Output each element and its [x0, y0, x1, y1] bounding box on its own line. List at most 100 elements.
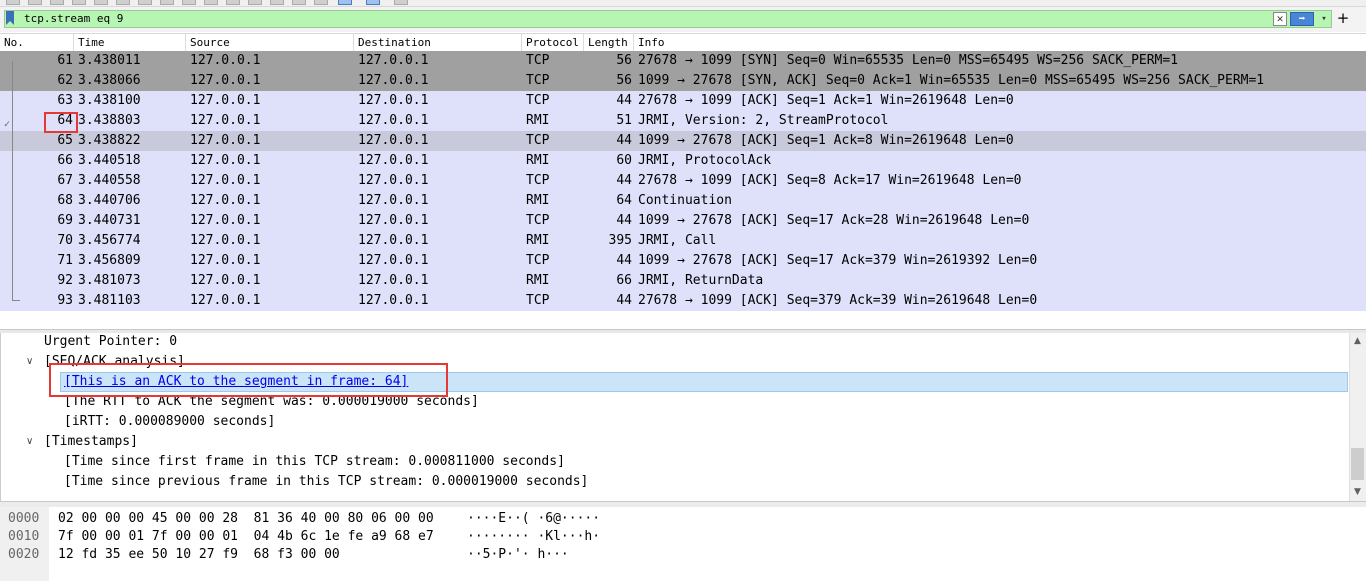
toolbar-button[interactable] — [160, 0, 174, 5]
toolbar-button[interactable] — [28, 0, 42, 5]
bytes-hex[interactable]: 02 00 00 00 45 00 00 28 81 36 40 00 80 0… — [58, 510, 434, 528]
packet-source: 127.0.0.1 — [190, 113, 261, 128]
column-header-info[interactable]: Info — [634, 34, 1366, 52]
display-filter-input[interactable] — [4, 10, 1332, 28]
column-header-no[interactable]: No. — [0, 34, 74, 52]
toolbar-button-active[interactable] — [338, 0, 352, 5]
bytes-offset[interactable]: 0010 — [8, 528, 39, 546]
packet-number: 67 — [57, 173, 73, 188]
toolbar-button[interactable] — [182, 0, 196, 5]
expand-chevron-icon[interactable]: ∨ — [26, 432, 38, 452]
packet-length: 56 — [616, 73, 632, 88]
packet-destination: 127.0.0.1 — [358, 113, 429, 128]
toolbar-button[interactable] — [270, 0, 284, 5]
packet-list-empty-area — [0, 311, 1366, 329]
toolbar-button[interactable] — [226, 0, 240, 5]
packet-row[interactable]: 93 3.481103 127.0.0.1 127.0.0.1 TCP 44 27678 →… — [0, 291, 1366, 311]
packet-protocol: TCP — [526, 133, 550, 148]
packet-time: 3.440731 — [78, 213, 141, 228]
packet-number: 63 — [57, 93, 73, 108]
packet-protocol: RMI — [526, 193, 550, 208]
packet-row[interactable]: 67 3.440558 127.0.0.1 127.0.0.1 TCP 44 27678 →… — [0, 171, 1366, 191]
packet-source: 127.0.0.1 — [190, 133, 261, 148]
bytes-ascii[interactable]: ····E··( ·6@····· — [467, 510, 600, 528]
display-filter-text[interactable]: tcp.stream eq 9 — [24, 12, 123, 26]
packet-length: 60 — [616, 153, 632, 168]
scroll-up-arrow-icon[interactable]: ▲ — [1349, 333, 1366, 350]
packet-length: 44 — [616, 253, 632, 268]
bookmark-icon[interactable] — [5, 11, 15, 25]
bytes-ascii[interactable]: ········ ·Kl···h· — [467, 528, 600, 546]
packet-source: 127.0.0.1 — [190, 53, 261, 68]
detail-text: [Time since first frame in this TCP stre… — [64, 454, 565, 469]
packet-destination: 127.0.0.1 — [358, 73, 429, 88]
packet-protocol: TCP — [526, 253, 550, 268]
packet-source: 127.0.0.1 — [190, 193, 261, 208]
packet-length: 51 — [616, 113, 632, 128]
add-filter-button-icon[interactable]: + — [1336, 9, 1350, 27]
toolbar-button[interactable] — [116, 0, 130, 5]
conversation-bracket-line — [12, 61, 13, 301]
packet-row[interactable]: 68 3.440706 127.0.0.1 127.0.0.1 RMI 64 Continu… — [0, 191, 1366, 211]
packet-info: 1099 → 27678 [ACK] Seq=17 Ack=379 Win=26… — [638, 253, 1038, 268]
packet-source: 127.0.0.1 — [190, 173, 261, 188]
toolbar-button[interactable] — [50, 0, 64, 5]
packet-source: 127.0.0.1 — [190, 293, 261, 308]
expand-chevron-icon[interactable]: ∨ — [26, 352, 38, 372]
toolbar-button[interactable] — [394, 0, 408, 5]
packet-row[interactable]: 66 3.440518 127.0.0.1 127.0.0.1 RMI 60 JRMI, P… — [0, 151, 1366, 171]
column-header-time[interactable]: Time — [74, 34, 186, 52]
packet-row[interactable]: 92 3.481073 127.0.0.1 127.0.0.1 RMI 66 JRMI, R… — [0, 271, 1366, 291]
related-packet-check-icon: ✓ — [4, 119, 11, 130]
highlight-box-frame-64 — [44, 112, 78, 133]
packet-length: 44 — [616, 213, 632, 228]
packet-protocol: RMI — [526, 233, 550, 248]
column-header-protocol[interactable]: Protocol — [522, 34, 584, 52]
packet-info: 27678 → 1099 [ACK] Seq=379 Ack=39 Win=26… — [638, 293, 1038, 308]
toolbar-button[interactable] — [94, 0, 108, 5]
column-header-source[interactable]: Source — [186, 34, 354, 52]
scroll-down-arrow-icon[interactable]: ▼ — [1349, 484, 1366, 501]
toolbar-button[interactable] — [6, 0, 20, 5]
toolbar-button[interactable] — [314, 0, 328, 5]
packet-list-header: No. Time Source Destination Protocol Len… — [0, 33, 1366, 53]
toolbar-button[interactable] — [292, 0, 306, 5]
packet-row[interactable]: 61 3.438011 127.0.0.1 127.0.0.1 TCP 56 27678 →… — [0, 51, 1366, 71]
detail-text: [Time since previous frame in this TCP s… — [64, 474, 589, 489]
bytes-ascii[interactable]: ··5·P·'· h··· — [467, 546, 569, 564]
packet-row[interactable]: 63 3.438100 127.0.0.1 127.0.0.1 TCP 44 27678 →… — [0, 91, 1366, 111]
bytes-offset[interactable]: 0000 — [8, 510, 39, 528]
toolbar-button-active[interactable] — [366, 0, 380, 5]
clear-filter-icon[interactable]: ✕ — [1273, 12, 1287, 26]
packet-number: 66 — [57, 153, 73, 168]
packet-protocol: TCP — [526, 73, 550, 88]
packet-row[interactable]: 65 3.438822 127.0.0.1 127.0.0.1 TCP 44 1099 → … — [0, 131, 1366, 151]
packet-row[interactable]: 71 3.456809 127.0.0.1 127.0.0.1 TCP 44 1099 → … — [0, 251, 1366, 271]
column-header-length[interactable]: Length — [584, 34, 634, 52]
packet-time: 3.481073 — [78, 273, 141, 288]
scrollbar-thumb[interactable] — [1351, 448, 1364, 480]
bytes-hex[interactable]: 7f 00 00 01 7f 00 00 01 04 4b 6c 1e fe a… — [58, 528, 434, 546]
packet-row[interactable]: 64 3.438803 127.0.0.1 127.0.0.1 RMI 51 JRMI, V… — [0, 111, 1366, 131]
bytes-hex[interactable]: 12 fd 35 ee 50 10 27 f9 68 f3 00 00 — [58, 546, 340, 564]
packet-row[interactable]: 69 3.440731 127.0.0.1 127.0.0.1 TCP 44 1099 → … — [0, 211, 1366, 231]
packet-protocol: RMI — [526, 273, 550, 288]
packet-row[interactable]: 70 3.456774 127.0.0.1 127.0.0.1 RMI 395 JRMI, … — [0, 231, 1366, 251]
packet-protocol: TCP — [526, 53, 550, 68]
conversation-bracket-end — [12, 300, 20, 301]
toolbar-button[interactable] — [248, 0, 262, 5]
filter-history-dropdown-icon[interactable]: ▾ — [1318, 12, 1330, 26]
column-header-destination[interactable]: Destination — [354, 34, 522, 52]
packet-length: 44 — [616, 293, 632, 308]
packet-row[interactable]: 62 3.438066 127.0.0.1 127.0.0.1 TCP 56 1099 → … — [0, 71, 1366, 91]
packet-protocol: TCP — [526, 173, 550, 188]
toolbar-button[interactable] — [138, 0, 152, 5]
bytes-offset[interactable]: 0020 — [8, 546, 39, 564]
packet-info: JRMI, ReturnData — [638, 273, 764, 288]
apply-filter-icon[interactable]: ➡ — [1290, 12, 1314, 26]
detail-text: [iRTT: 0.000089000 seconds] — [64, 414, 276, 429]
toolbar-button[interactable] — [72, 0, 86, 5]
packet-destination: 127.0.0.1 — [358, 93, 429, 108]
toolbar-button[interactable] — [204, 0, 218, 5]
packet-destination: 127.0.0.1 — [358, 253, 429, 268]
